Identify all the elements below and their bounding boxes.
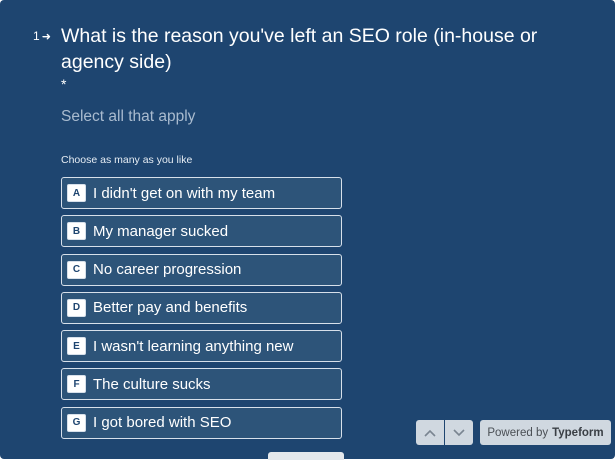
- choice-label: The culture sucks: [93, 375, 211, 393]
- choice-label: No career progression: [93, 261, 242, 279]
- choice-list: A I didn't get on with my team B My mana…: [61, 177, 342, 439]
- typeform-frame: 1 ➜ What is the reason you've left an SE…: [0, 0, 615, 459]
- question-description: Select all that apply: [61, 108, 196, 125]
- choice-key: E: [67, 337, 86, 356]
- choice-label: Better pay and benefits: [93, 299, 248, 317]
- choice-d[interactable]: D Better pay and benefits: [61, 291, 342, 324]
- choice-a[interactable]: A I didn't get on with my team: [61, 177, 342, 209]
- question-nav: [416, 420, 473, 445]
- chevron-down-icon: [453, 428, 465, 436]
- question-number: 1 ➜: [33, 29, 51, 43]
- arrow-right-icon: ➜: [41, 30, 51, 43]
- choice-e[interactable]: E I wasn't learning anything new: [61, 330, 342, 363]
- required-marker: *: [61, 76, 67, 92]
- choice-label: I wasn't learning anything new: [93, 337, 294, 355]
- question-number-label: 1: [33, 29, 40, 43]
- choice-key: D: [67, 298, 86, 317]
- next-question-button[interactable]: [445, 420, 473, 445]
- choice-c[interactable]: C No career progression: [61, 253, 342, 286]
- choice-g[interactable]: G I got bored with SEO: [61, 406, 342, 439]
- choice-label: I didn't get on with my team: [93, 184, 276, 202]
- choice-hint: Choose as many as you like: [61, 154, 193, 166]
- choice-f[interactable]: F The culture sucks: [61, 368, 342, 401]
- typeform-brand: Typeform: [552, 426, 604, 439]
- choice-b[interactable]: B My manager sucked: [61, 215, 342, 248]
- choice-key: G: [67, 413, 86, 432]
- next-section-tab: [268, 452, 344, 460]
- powered-by-label: Powered by: [487, 426, 549, 439]
- choice-key: B: [67, 222, 86, 241]
- choice-label: I got bored with SEO: [93, 414, 232, 432]
- choice-label: My manager sucked: [93, 222, 229, 240]
- choice-key: A: [67, 184, 86, 202]
- chevron-up-icon: [424, 429, 436, 437]
- question-title: What is the reason you've left an SEO ro…: [61, 25, 538, 73]
- choice-key: C: [67, 260, 86, 279]
- previous-question-button[interactable]: [416, 420, 444, 445]
- powered-by-typeform-link[interactable]: Powered by Typeform: [480, 420, 611, 445]
- choice-key: F: [67, 375, 86, 394]
